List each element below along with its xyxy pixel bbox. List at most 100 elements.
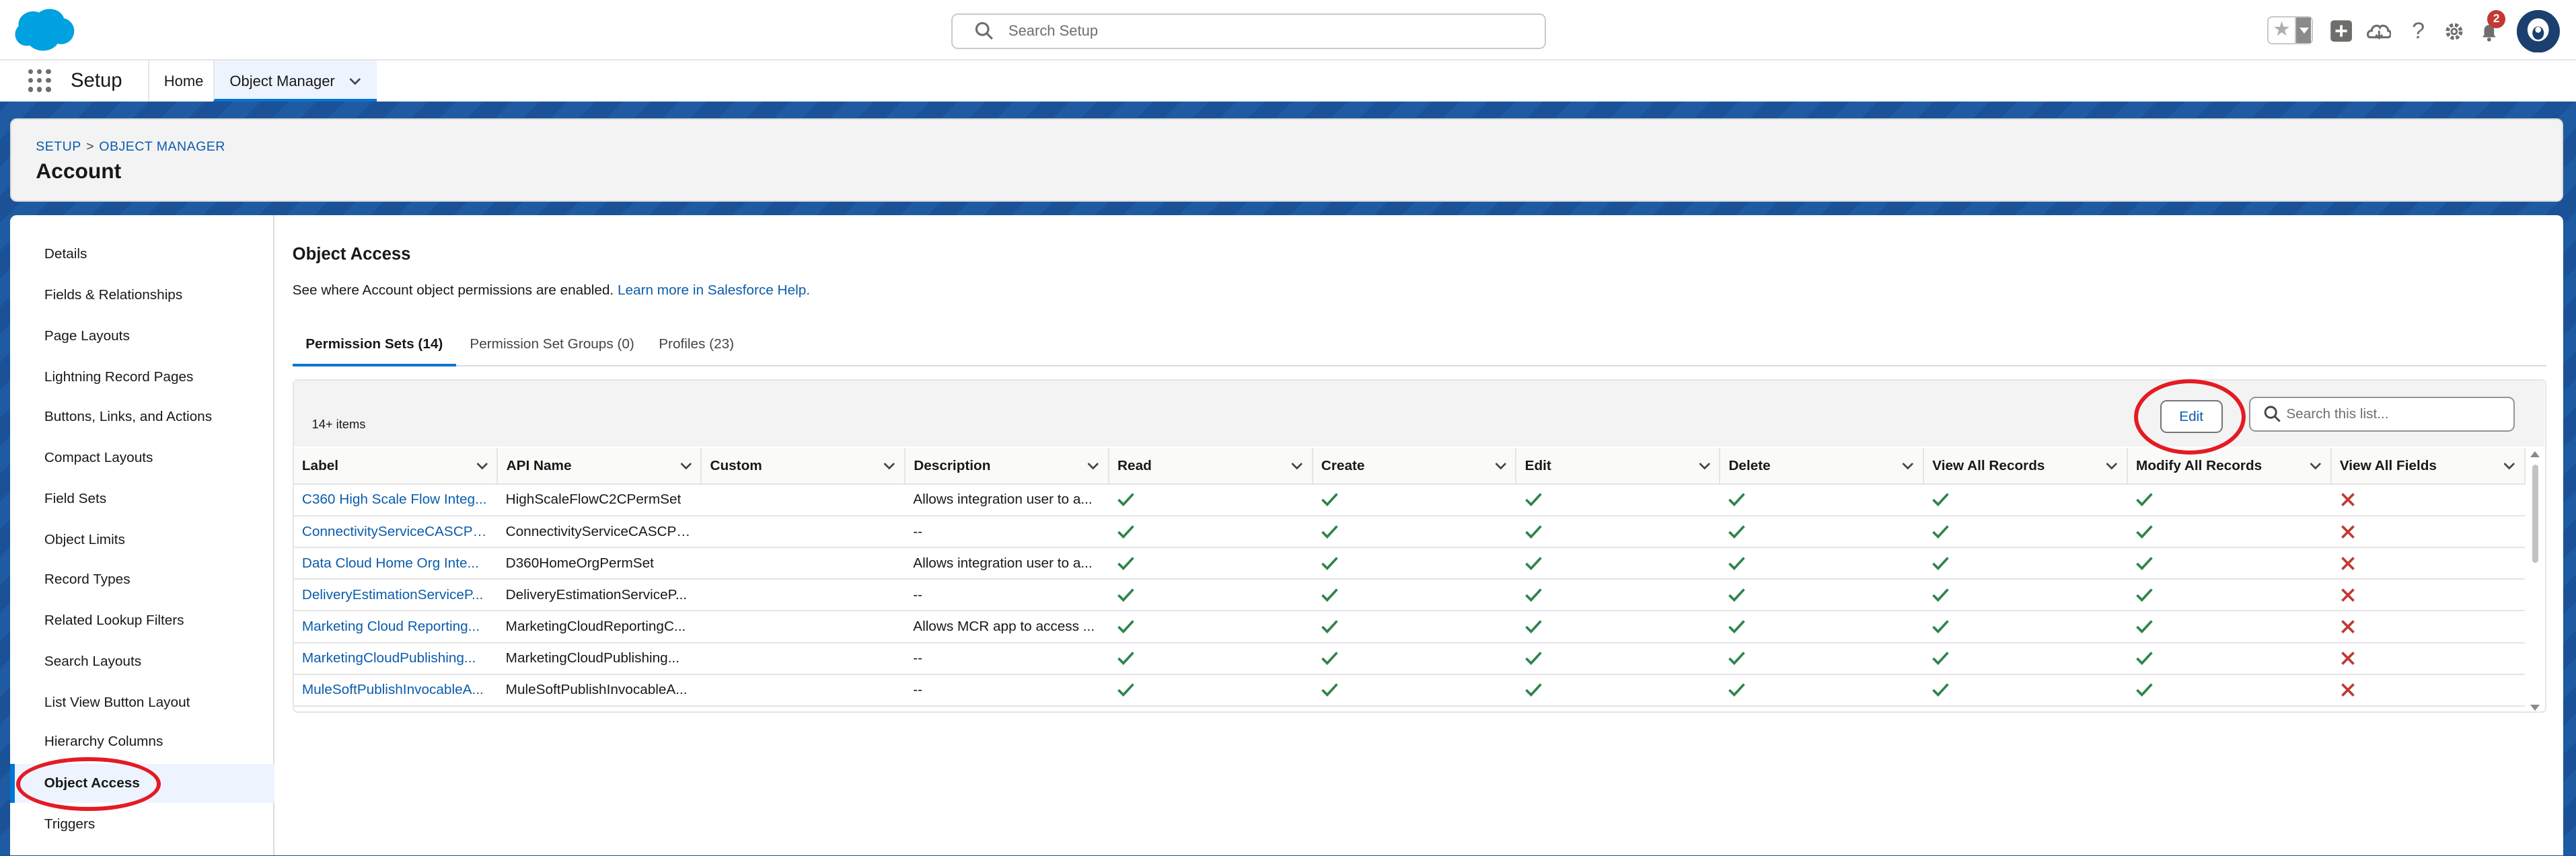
check-icon (1932, 493, 1949, 507)
tab-profiles[interactable]: Profiles (23) (646, 328, 747, 366)
permission-cell (1312, 642, 1516, 675)
permission-set-label-link[interactable]: ConnectivityServiceCASCPe... (293, 516, 498, 549)
permission-cell (2330, 547, 2525, 580)
sidebar-item-triggers[interactable]: Triggers (10, 805, 274, 845)
search-input[interactable] (1008, 17, 1502, 44)
sidebar-item-compact-layouts[interactable]: Compact Layouts (10, 438, 274, 478)
setup-search[interactable] (951, 13, 1546, 50)
permission-cell (1516, 611, 1720, 644)
chevron-down-icon[interactable] (1290, 459, 1304, 473)
column-header[interactable]: Edit (1516, 448, 1721, 485)
sidebar-item-field-sets[interactable]: Field Sets (10, 479, 274, 519)
custom-cell (701, 611, 906, 644)
column-header-label: Modify All Records (2136, 457, 2262, 473)
check-icon (1321, 683, 1338, 697)
sidebar-item-lightning-record-pages[interactable]: Lightning Record Pages (10, 358, 274, 397)
chevron-down-icon[interactable] (2503, 459, 2516, 473)
permission-cell (1108, 611, 1313, 644)
check-icon (1728, 493, 1746, 507)
api-name-cell: MarketingCloudReportingC... (497, 611, 702, 644)
sidebar-item-hierarchy-columns[interactable]: Hierarchy Columns (10, 722, 274, 762)
check-icon (2136, 524, 2153, 539)
permission-set-label-link[interactable]: C360 High Scale Flow Integ... (293, 483, 498, 517)
help-icon[interactable]: ? (2405, 18, 2431, 44)
list-search[interactable] (2248, 397, 2515, 432)
gear-icon[interactable] (2441, 18, 2468, 44)
sidebar-item-buttons-links-actions[interactable]: Buttons, Links, and Actions (10, 397, 274, 437)
tab-permission-sets[interactable]: Permission Sets (14) (292, 328, 456, 366)
chevron-down-icon[interactable] (348, 75, 362, 88)
breadcrumb-setup[interactable]: SETUP (36, 139, 81, 154)
column-header[interactable]: View All Records (1923, 448, 2128, 485)
app-launcher-icon[interactable] (28, 69, 51, 92)
sidebar-item-details[interactable]: Details (10, 235, 274, 274)
permission-set-label-link[interactable]: MarketingCloudPublishing... (293, 642, 498, 675)
column-header[interactable]: Custom (701, 448, 906, 485)
check-icon (1728, 524, 1746, 539)
table-row: Marketing Cloud Reporting... MarketingClo… (293, 611, 2525, 644)
permission-cell (1516, 483, 1720, 517)
sidebar-item-related-lookup-filters[interactable]: Related Lookup Filters (10, 601, 274, 641)
chevron-down-icon[interactable] (2105, 459, 2119, 473)
permission-cell (1312, 483, 1516, 517)
vertical-scrollbar[interactable] (2529, 448, 2542, 711)
avatar[interactable] (2517, 9, 2560, 53)
sidebar-item-record-types[interactable]: Record Types (10, 560, 274, 600)
permission-cell (1312, 579, 1516, 612)
permission-set-label-link[interactable]: DeliveryEstimationServiceP... (293, 579, 498, 612)
permission-cell (1923, 547, 2127, 580)
global-actions-icon[interactable] (2328, 18, 2354, 44)
chevron-down-icon[interactable] (883, 459, 896, 473)
help-link[interactable]: Learn more in Salesforce Help. (618, 282, 810, 298)
column-header[interactable]: Label (293, 448, 499, 485)
column-header[interactable]: API Name (497, 448, 702, 485)
breadcrumb-object-manager[interactable]: OBJECT MANAGER (99, 139, 225, 154)
sidebar-item-object-limits[interactable]: Object Limits (10, 520, 274, 560)
permission-set-label-link[interactable]: Marketing Cloud Reporting... (293, 611, 498, 644)
sidebar-item-fields-relationships[interactable]: Fields & Relationships (10, 276, 274, 315)
sidebar-item-page-layouts[interactable]: Page Layouts (10, 317, 274, 356)
permission-cell (1516, 674, 1720, 707)
chevron-down-icon[interactable] (679, 459, 693, 473)
check-icon (2136, 652, 2153, 666)
column-header[interactable]: Read (1108, 448, 1313, 485)
salesforce-logo-icon[interactable] (13, 8, 76, 52)
chevron-down-icon[interactable] (1901, 459, 1915, 473)
column-header[interactable]: Create (1312, 448, 1517, 485)
chevron-down-icon[interactable] (476, 459, 489, 473)
permission-set-label-link[interactable]: Data Cloud Home Org Inte... (293, 547, 498, 580)
description-cell: Allows integration user to a... (905, 483, 1109, 517)
chevron-down-icon[interactable] (1698, 459, 1712, 473)
permission-set-label-link[interactable]: MuleSoftPublishInvocableA... (293, 674, 498, 707)
check-icon (1728, 652, 1746, 666)
column-header[interactable]: Modify All Records (2127, 448, 2332, 485)
column-header[interactable]: Description (905, 448, 1109, 485)
scroll-up-icon[interactable] (2530, 451, 2540, 458)
permission-cell (2330, 483, 2525, 517)
section-description: See where Account object permissions are… (293, 282, 810, 299)
list-search-input[interactable] (2286, 403, 2500, 425)
column-header[interactable]: Delete (1720, 448, 1925, 485)
check-icon (1117, 493, 1134, 507)
column-header-label: Custom (710, 457, 762, 473)
chevron-down-icon[interactable] (1087, 459, 1100, 473)
sidebar-item-search-layouts[interactable]: Search Layouts (10, 642, 274, 682)
chevron-down-icon[interactable] (2309, 459, 2322, 473)
column-header[interactable]: View All Fields (2330, 448, 2526, 485)
nav-tab-object-manager[interactable]: Object Manager (213, 61, 377, 102)
favorites-control[interactable]: ★ (2267, 16, 2314, 44)
sidebar-item-list-view-button-layout[interactable]: List View Button Layout (10, 683, 274, 723)
tab-permission-set-groups[interactable]: Permission Set Groups (0) (457, 328, 648, 366)
check-icon (1932, 588, 1949, 602)
trailhead-icon[interactable] (2365, 18, 2392, 44)
sidebar-item-object-access[interactable]: Object Access (9, 763, 274, 804)
nav-tab-home[interactable]: Home (147, 61, 219, 102)
permission-cell (1923, 674, 2127, 707)
scroll-thumb[interactable] (2532, 464, 2539, 563)
permission-cell (2127, 579, 2331, 612)
edit-button[interactable]: Edit (2160, 400, 2223, 434)
chevron-down-icon[interactable] (1494, 459, 1508, 473)
star-icon[interactable]: ★ (2269, 17, 2295, 43)
scroll-down-icon[interactable] (2530, 704, 2540, 711)
favorites-dropdown-icon[interactable] (2295, 17, 2312, 43)
